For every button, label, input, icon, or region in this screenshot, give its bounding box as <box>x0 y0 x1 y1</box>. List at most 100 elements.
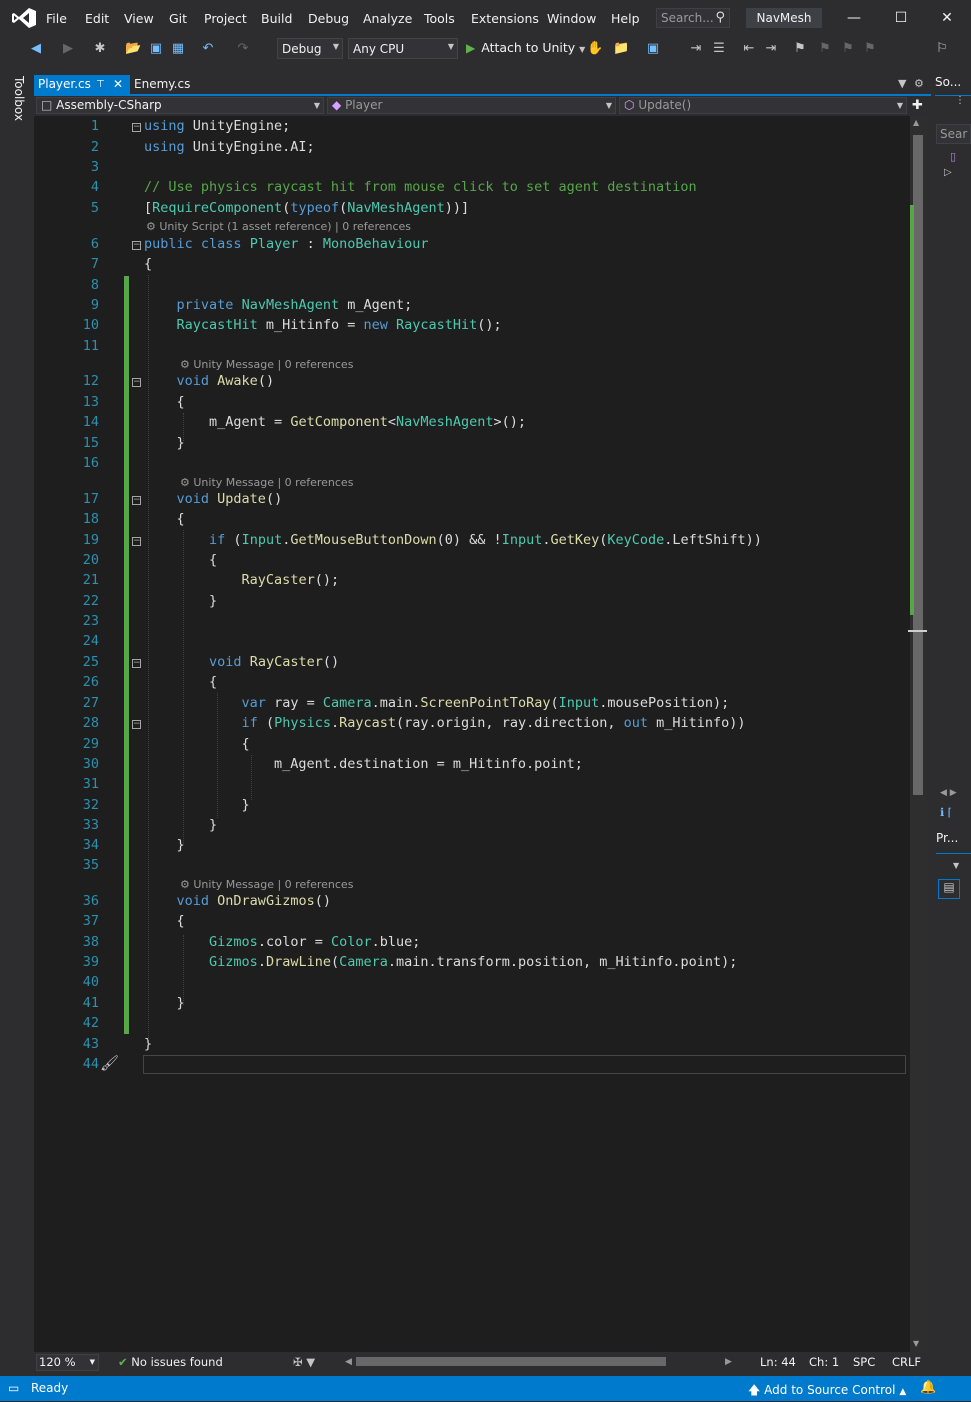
line-indicator[interactable]: Ln: 44 <box>760 1355 796 1369</box>
expand-arrow-icon[interactable]: ▷ <box>944 167 952 178</box>
code-line[interactable]: RaycastHit m_Hitinfo = new RaycastHit(); <box>144 317 502 333</box>
code-line[interactable]: if (Input.GetMouseButtonDown(0) && !Inpu… <box>144 532 762 548</box>
code-line[interactable]: void OnDrawGizmos() <box>144 893 331 909</box>
code-line[interactable]: { <box>144 736 250 752</box>
split-editor-icon[interactable]: ✚ <box>912 98 923 113</box>
hot-reload-icon[interactable]: ✋ <box>587 41 603 57</box>
code-line[interactable]: void RayCaster() <box>144 654 339 670</box>
scroll-right-icon[interactable]: ▶ <box>725 1357 732 1367</box>
tab-player-cs[interactable]: Player.cs ⊤ ✕ <box>34 75 130 94</box>
issues-indicator[interactable]: ✔ No issues found <box>118 1355 223 1369</box>
tab-list-dropdown-icon[interactable]: ▼ <box>898 77 906 90</box>
chevron-down-icon[interactable]: ▼ <box>953 861 959 870</box>
properties-tab[interactable]: Pr... <box>936 831 971 854</box>
project-dropdown[interactable]: □ Assembly-CSharp ▼ <box>36 97 324 114</box>
code-line[interactable]: var ray = Camera.main.ScreenPointToRay(I… <box>144 695 730 711</box>
code-line[interactable]: [RequireComponent(typeof(NavMeshAgent))] <box>144 200 469 216</box>
code-line[interactable]: } <box>144 797 250 813</box>
paintbrush-icon[interactable]: 🖌 <box>100 1054 119 1072</box>
code-line[interactable]: RayCaster(); <box>144 572 340 588</box>
solution-search-input[interactable]: Sear <box>936 124 971 144</box>
notifications-bell-icon[interactable]: 🔔 <box>920 1380 936 1395</box>
attach-to-unity-button[interactable]: ▶ Attach to Unity ▼ <box>466 40 585 55</box>
code-line[interactable]: private NavMeshAgent m_Agent; <box>144 297 413 313</box>
line-ending-indicator[interactable]: CRLF <box>892 1355 921 1369</box>
code-line[interactable]: { <box>144 552 217 568</box>
open-folder-icon[interactable]: 📁 <box>613 41 629 57</box>
code-line[interactable]: void Update() <box>144 491 283 507</box>
collapse-toggle-icon[interactable]: − <box>132 659 141 668</box>
redo-icon[interactable]: ↷ <box>235 41 251 57</box>
menu-edit[interactable]: Edit <box>85 11 109 26</box>
type-dropdown[interactable]: ◆ Player ▼ <box>327 97 616 114</box>
menu-tools[interactable]: Tools <box>424 11 455 26</box>
scroll-down-icon[interactable]: ▼ <box>913 1339 919 1348</box>
code-line[interactable]: if (Physics.Raycast(ray.origin, ray.dire… <box>144 715 746 731</box>
code-line[interactable]: m_Agent = GetComponent<NavMeshAgent>(); <box>144 414 526 430</box>
collapse-toggle-icon[interactable]: − <box>132 378 141 387</box>
indent-icon[interactable]: ⇥ <box>763 41 779 57</box>
undo-icon[interactable]: ↶ <box>200 41 216 57</box>
horizontal-scroll-thumb[interactable] <box>356 1357 666 1366</box>
menu-help[interactable]: Help <box>611 11 640 26</box>
code-line[interactable]: using UnityEngine; <box>144 118 290 134</box>
code-line[interactable]: { <box>144 913 185 929</box>
add-to-source-control-button[interactable]: 🡅 Add to Source Control ▲ <box>748 1381 906 1402</box>
solution-explorer-tab[interactable]: So... <box>935 75 971 96</box>
solution-platform-dropdown[interactable]: Any CPU ▼ <box>348 38 458 59</box>
collapse-toggle-icon[interactable]: − <box>132 720 141 729</box>
settings-icon[interactable]: ⚙ <box>914 77 924 90</box>
prev-bookmark-icon[interactable]: ⚑ <box>817 41 833 57</box>
code-line[interactable]: // Use physics raycast hit from mouse cl… <box>144 179 697 195</box>
scroll-left-icon[interactable]: ◀ ▶ <box>940 788 957 798</box>
navigate-back-icon[interactable]: ◀ <box>28 41 44 57</box>
format-icon[interactable]: ☰ <box>711 41 727 57</box>
more-options-icon[interactable]: ⋮ <box>955 95 965 106</box>
code-line[interactable]: } <box>144 593 217 609</box>
bookmark-icon[interactable]: ⚑ <box>792 41 808 57</box>
outdent-icon[interactable]: ⇤ <box>741 41 757 57</box>
code-line[interactable]: using UnityEngine.AI; <box>144 139 315 155</box>
code-line[interactable]: void Awake() <box>144 373 275 389</box>
code-line[interactable]: public class Player : MonoBehaviour <box>144 236 429 252</box>
menu-window[interactable]: Window <box>547 11 596 26</box>
property-pages-icon[interactable]: ▤ <box>938 879 960 899</box>
menu-build[interactable]: Build <box>261 11 292 26</box>
code-line[interactable]: { <box>144 394 185 410</box>
code-line[interactable]: m_Agent.destination = m_Hitinfo.point; <box>144 756 583 772</box>
codelens-class[interactable]: ⚙ Unity Script (1 asset reference) | 0 r… <box>146 220 411 233</box>
save-all-icon[interactable]: ▦ <box>170 41 186 57</box>
codelens-gizmos[interactable]: ⚙ Unity Message | 0 references <box>180 878 353 891</box>
code-line[interactable]: { <box>144 674 217 690</box>
close-window-icon[interactable]: ✕ <box>933 8 961 28</box>
scroll-up-icon[interactable]: ▲ <box>913 118 919 127</box>
code-line[interactable]: } <box>144 837 185 853</box>
collapse-toggle-icon[interactable]: − <box>132 537 141 546</box>
solution-configuration-dropdown[interactable]: Debug ▼ <box>277 38 343 59</box>
code-line[interactable]: Gizmos.color = Color.blue; <box>144 934 420 950</box>
pin-icon[interactable]: ⊤ <box>96 75 105 94</box>
menu-project[interactable]: Project <box>204 11 247 26</box>
menu-view[interactable]: View <box>124 11 154 26</box>
code-line[interactable]: { <box>144 511 185 527</box>
maximize-icon[interactable]: ☐ <box>887 8 915 28</box>
zoom-dropdown[interactable]: 120 % ▼ <box>36 1354 99 1371</box>
next-bookmark-icon[interactable]: ⚑ <box>840 41 856 57</box>
code-line[interactable]: } <box>144 435 185 451</box>
code-line[interactable]: } <box>144 995 185 1011</box>
code-line[interactable]: } <box>144 817 217 833</box>
char-indicator[interactable]: Ch: 1 <box>809 1355 839 1369</box>
collapse-toggle-icon[interactable]: − <box>132 123 141 132</box>
menu-file[interactable]: File <box>46 11 67 26</box>
new-project-icon[interactable]: ✱ <box>92 41 108 57</box>
open-file-icon[interactable]: 📂 <box>125 41 141 57</box>
menu-debug[interactable]: Debug <box>308 11 349 26</box>
toolbox-tab[interactable]: Toolbox <box>12 76 26 121</box>
step-icon[interactable]: ⇥ <box>688 41 704 57</box>
codelens-update[interactable]: ⚙ Unity Message | 0 references <box>180 476 353 489</box>
collapse-toggle-icon[interactable]: − <box>132 496 141 505</box>
code-cleanup-icon[interactable]: ✠ ▼ <box>293 1355 315 1369</box>
menu-analyze[interactable]: Analyze <box>363 11 412 26</box>
scroll-left-icon[interactable]: ◀ <box>345 1357 352 1367</box>
tab-enemy-cs[interactable]: Enemy.cs <box>130 75 192 94</box>
